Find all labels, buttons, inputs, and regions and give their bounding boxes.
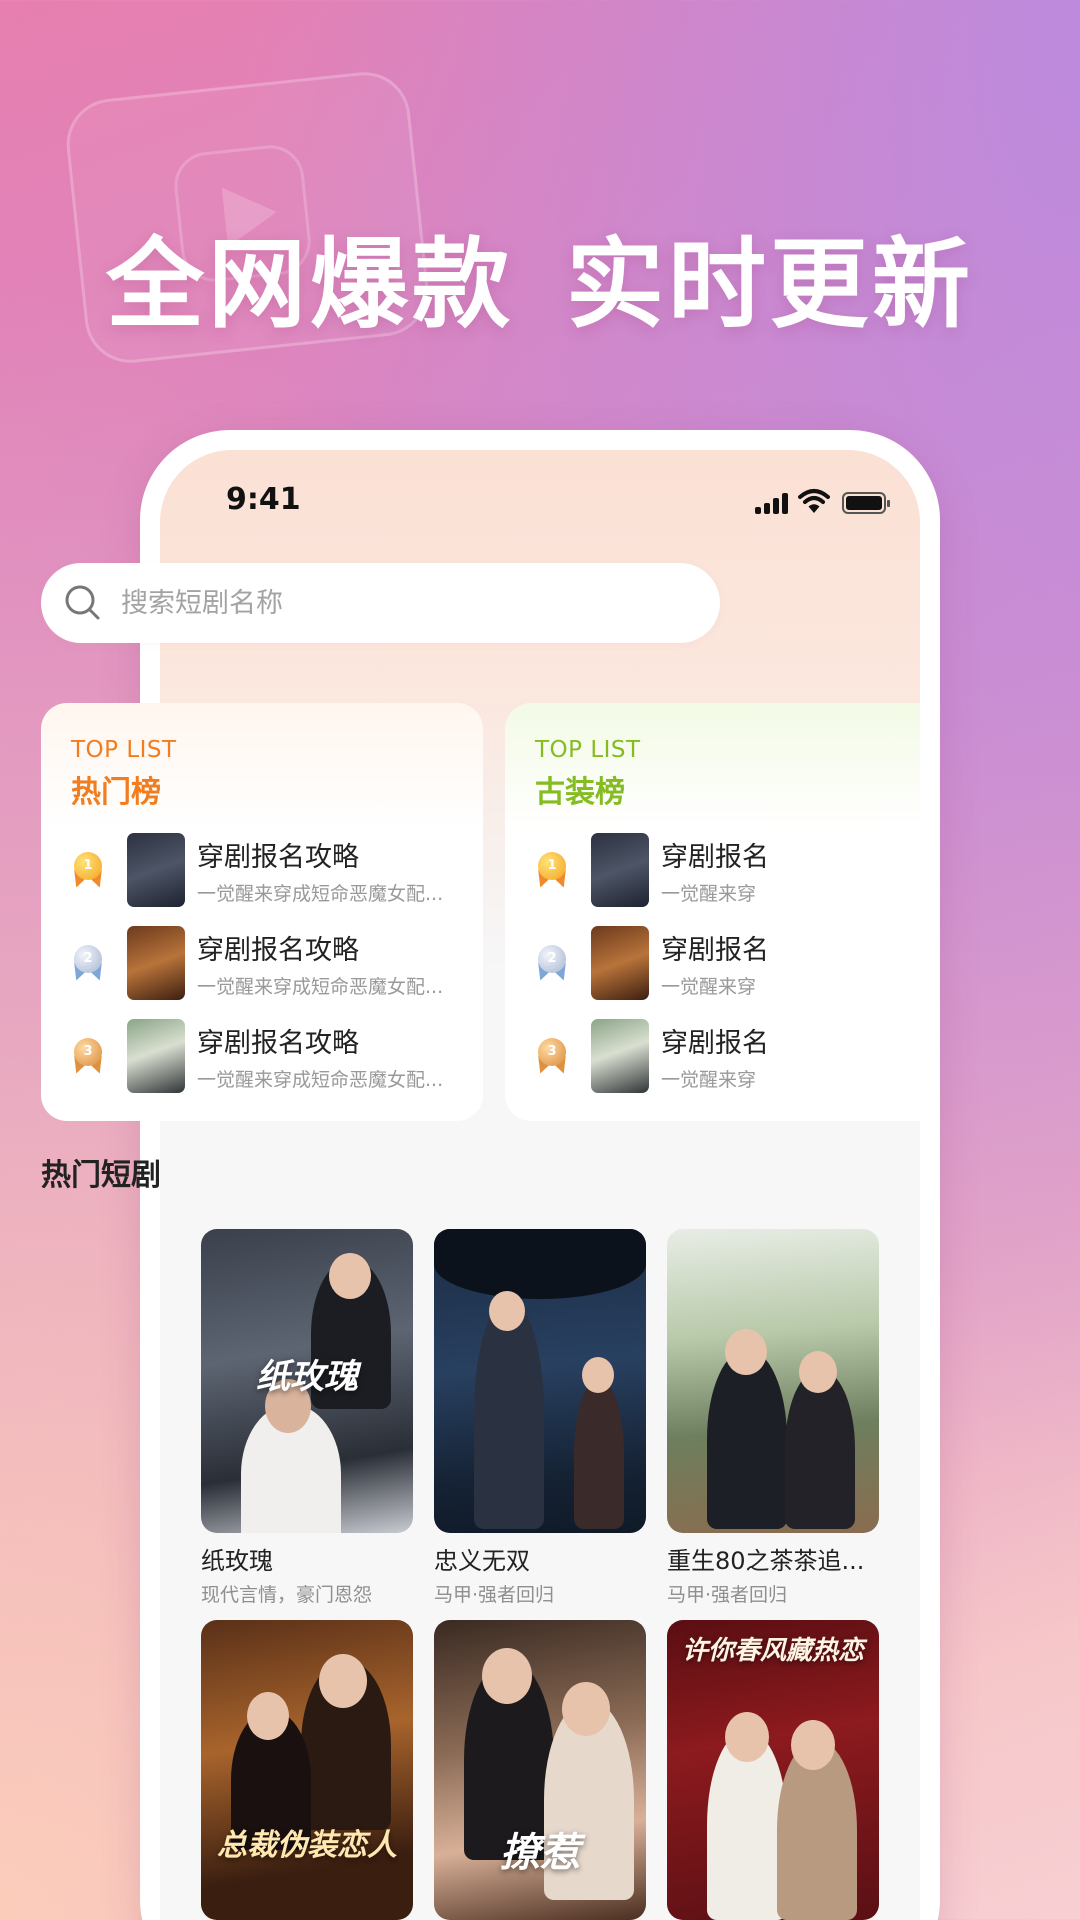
drama-thumbnail xyxy=(591,926,649,1000)
rank-card-costume[interactable]: TOP LIST 古装榜 1 穿剧报名 一觉醒来穿 2 穿剧报名 一觉醒来穿 3… xyxy=(505,703,920,1121)
poster-title: 纸玫瑰 xyxy=(256,1357,358,1397)
drama-name: 重生80之茶茶追... xyxy=(667,1547,865,1575)
rank-item-desc: 一觉醒来穿 xyxy=(661,1069,757,1091)
hot-dramas-title: 热门短剧 xyxy=(41,1158,161,1193)
drama-tag: 现代言情，豪门恩怨 xyxy=(201,1584,373,1606)
drama-card[interactable]: 忠义无双 马甲·强者回归 xyxy=(434,1229,646,1607)
drama-card[interactable]: 重生80之茶茶追... 马甲·强者回归 xyxy=(667,1229,879,1607)
rank-item[interactable]: 2 穿剧报名 一觉醒来穿 xyxy=(505,926,920,1002)
drama-poster xyxy=(434,1229,646,1533)
drama-tag: 马甲·强者回归 xyxy=(667,1584,788,1606)
drama-thumbnail xyxy=(591,1019,649,1093)
card-eyebrow: TOP LIST xyxy=(535,737,641,763)
drama-poster: 许你春风藏热恋 xyxy=(667,1620,879,1920)
drama-card[interactable]: 总裁伪装恋人 xyxy=(201,1620,413,1920)
drama-poster xyxy=(667,1229,879,1533)
drama-poster: 撩惹 xyxy=(434,1620,646,1920)
rank-item-name: 穿剧报名 xyxy=(661,935,769,966)
drama-name: 忠义无双 xyxy=(434,1547,530,1575)
gold-medal-icon: 1 xyxy=(532,852,572,892)
silver-medal-icon: 2 xyxy=(532,945,572,985)
drama-tag: 马甲·强者回归 xyxy=(434,1584,555,1606)
card-title: 古装榜 xyxy=(535,775,625,810)
rank-item[interactable]: 1 穿剧报名 一觉醒来穿 xyxy=(505,833,920,909)
drama-name: 纸玫瑰 xyxy=(201,1547,273,1575)
rank-item-desc: 一觉醒来穿 xyxy=(661,976,757,998)
drama-card[interactable]: 撩惹 xyxy=(434,1620,646,1920)
poster-title: 许你春风藏热恋 xyxy=(681,1636,864,1666)
drama-poster: 总裁伪装恋人 xyxy=(201,1620,413,1920)
bronze-medal-icon: 3 xyxy=(532,1038,572,1078)
poster-title: 总裁伪装恋人 xyxy=(217,1828,397,1863)
drama-card[interactable]: 许你春风藏热恋 xyxy=(667,1620,879,1920)
rank-item-name: 穿剧报名 xyxy=(661,1028,769,1059)
drama-card[interactable]: 纸玫瑰 纸玫瑰 现代言情，豪门恩怨 xyxy=(201,1229,413,1607)
poster-title: 撩惹 xyxy=(500,1829,580,1876)
drama-poster: 纸玫瑰 xyxy=(201,1229,413,1533)
drama-thumbnail xyxy=(591,833,649,907)
rank-item[interactable]: 3 穿剧报名 一觉醒来穿 xyxy=(505,1019,920,1095)
rank-item-desc: 一觉醒来穿 xyxy=(661,883,757,905)
rank-item-name: 穿剧报名 xyxy=(661,842,769,873)
